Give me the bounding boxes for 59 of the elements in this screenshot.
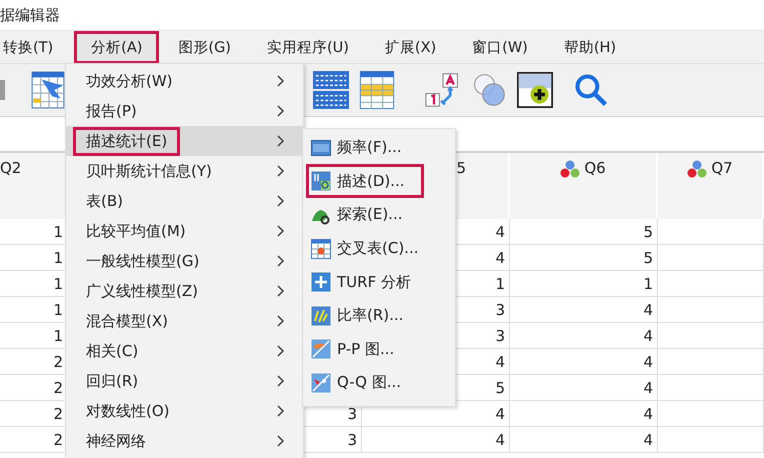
table-cell: 1 <box>510 271 658 296</box>
menu-item[interactable]: 图形(G) <box>161 30 248 64</box>
value-labels-icon[interactable] <box>425 71 461 109</box>
chevron-right-icon <box>277 105 285 117</box>
menu-item[interactable]: 描述(D)... <box>306 164 424 198</box>
crosstab-icon <box>311 238 331 259</box>
chevron-right-icon <box>277 435 285 447</box>
menu-item[interactable]: 帮助(H) <box>546 30 634 64</box>
menu-item[interactable]: 一般线性模型(G) <box>66 246 303 276</box>
chevron-right-icon <box>277 315 285 327</box>
menu-item[interactable]: 广义线性模型(Z) <box>66 276 303 306</box>
column-header: 5 <box>456 159 466 177</box>
table-cell: 4 <box>510 427 658 452</box>
menu-item[interactable]: 混合模型(X) <box>66 306 303 336</box>
menu-item[interactable]: 转换(T) <box>0 30 70 64</box>
column-header: Q7 <box>711 159 733 177</box>
menu-item[interactable]: 实用程序(U) <box>250 30 366 64</box>
table-cell: 4 <box>510 297 658 322</box>
menu-item[interactable]: 报告(P) <box>66 96 303 126</box>
chevron-right-icon <box>277 255 285 267</box>
chevron-right-icon <box>277 195 285 207</box>
table-cell: 4 <box>510 323 658 348</box>
menu-item[interactable]: 贝叶斯统计信息(Y) <box>66 156 303 186</box>
chevron-right-icon <box>277 285 285 297</box>
variable-grid-icon[interactable] <box>313 71 349 109</box>
chevron-right-icon <box>277 225 285 237</box>
fraction-icon <box>311 306 331 326</box>
table-cell: 5 <box>510 219 658 244</box>
insert-icon[interactable] <box>517 71 553 109</box>
menu-item[interactable]: 回归(R) <box>66 366 303 396</box>
table-cell: 5 <box>510 245 658 270</box>
menu-item[interactable]: 分析(A) <box>74 30 160 64</box>
frequency-icon <box>311 138 331 158</box>
window-title: 据编辑器 <box>0 6 60 24</box>
qq-plot-icon <box>311 372 331 393</box>
chevron-right-icon <box>277 405 285 417</box>
menu-item[interactable]: 相关(C) <box>66 336 303 366</box>
plus-icon <box>311 272 331 292</box>
statistics-icon <box>311 171 331 192</box>
chevron-right-icon <box>277 75 285 87</box>
menu-item[interactable]: 窗口(W) <box>455 30 545 64</box>
menu-item[interactable]: 比较平均值(M) <box>66 216 303 246</box>
menu-item[interactable]: 扩展(X) <box>368 30 454 64</box>
table-cell: 4 <box>362 427 510 452</box>
menu-item[interactable]: 频率(F)... <box>306 130 421 165</box>
column-header: Q6 <box>584 159 606 177</box>
table-cell: 4 <box>510 375 658 400</box>
menu-item[interactable]: 功效分析(W) <box>66 66 303 96</box>
column-header: Q2 <box>0 159 22 177</box>
chevron-right-icon <box>277 375 285 387</box>
chevron-right-icon <box>277 165 285 177</box>
table-cell: 4 <box>510 401 658 426</box>
case-grid-icon[interactable] <box>359 71 395 109</box>
table-cell: 4 <box>510 349 658 374</box>
chevron-right-icon <box>277 345 285 357</box>
pp-plot-icon <box>311 339 331 360</box>
menu-item[interactable]: 表(B) <box>66 186 303 216</box>
menu-item[interactable]: 描述统计(E) <box>66 126 303 156</box>
chevron-right-icon <box>277 135 285 147</box>
